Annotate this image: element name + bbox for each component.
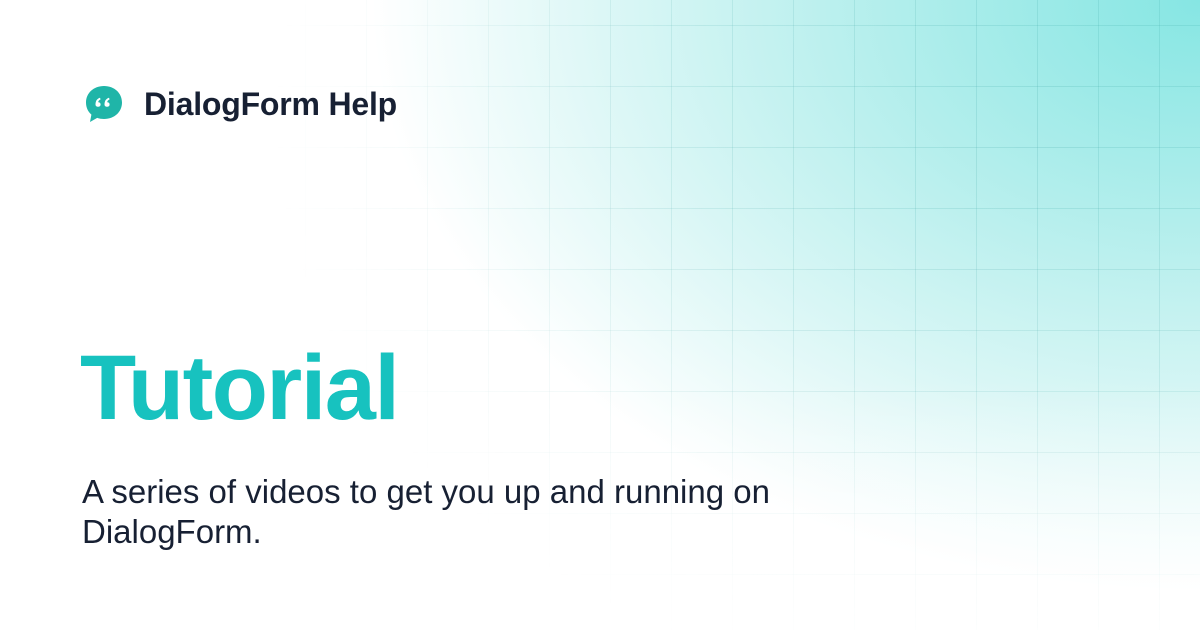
page-subtitle: A series of videos to get you up and run…	[82, 473, 770, 550]
speech-bubble-quote-icon	[86, 86, 122, 122]
brand: DialogForm Help	[84, 84, 397, 124]
brand-name: DialogForm Help	[144, 85, 398, 122]
page-title: Tutorial	[80, 337, 400, 439]
